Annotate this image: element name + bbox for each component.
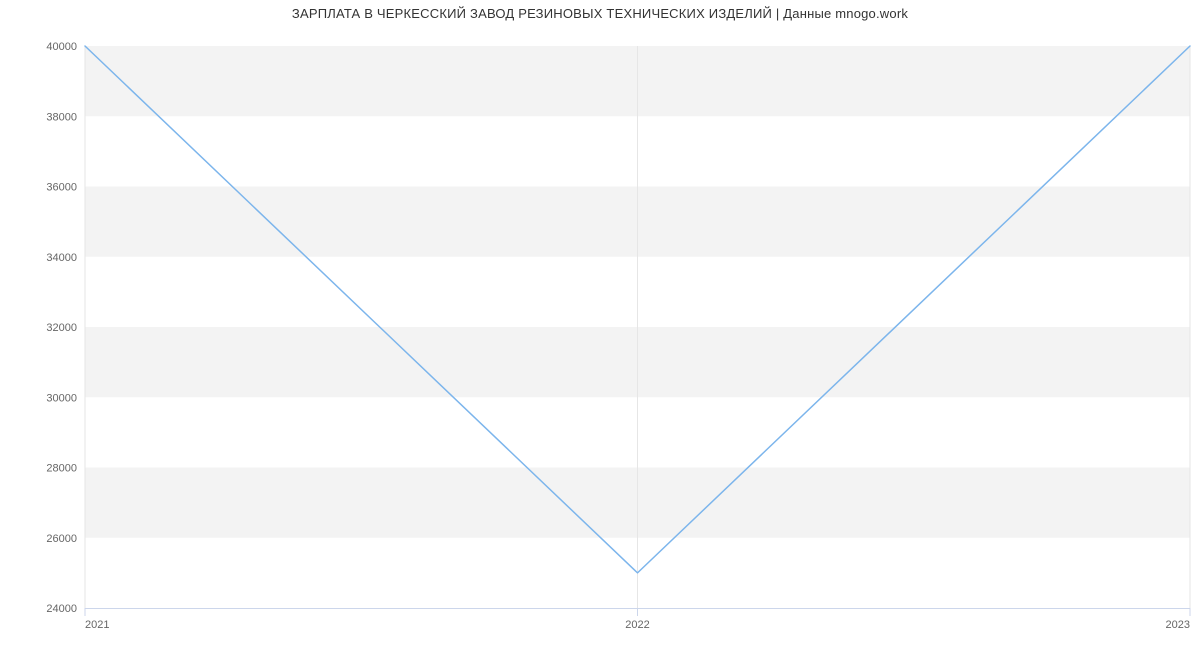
x-tick-label: 2023: [1166, 619, 1190, 631]
x-tick-label: 2022: [625, 619, 649, 631]
y-tick-label: 40000: [46, 41, 77, 53]
y-tick-label: 30000: [46, 392, 77, 404]
chart-container: ЗАРПЛАТА В ЧЕРКЕССКИЙ ЗАВОД РЕЗИНОВЫХ ТЕ…: [0, 0, 1200, 650]
x-tick-label: 2021: [85, 619, 109, 631]
line-chart: 24000 26000 28000 30000 32000 34000 36000 38000…: [0, 0, 1200, 650]
y-tick-label: 32000: [46, 322, 77, 334]
y-tick-label: 36000: [46, 182, 77, 194]
y-tick-label: 28000: [46, 463, 77, 475]
y-tick-label: 38000: [46, 111, 77, 123]
y-tick-label: 34000: [46, 252, 77, 264]
y-tick-label: 26000: [46, 533, 77, 545]
y-tick-label: 24000: [46, 603, 77, 615]
